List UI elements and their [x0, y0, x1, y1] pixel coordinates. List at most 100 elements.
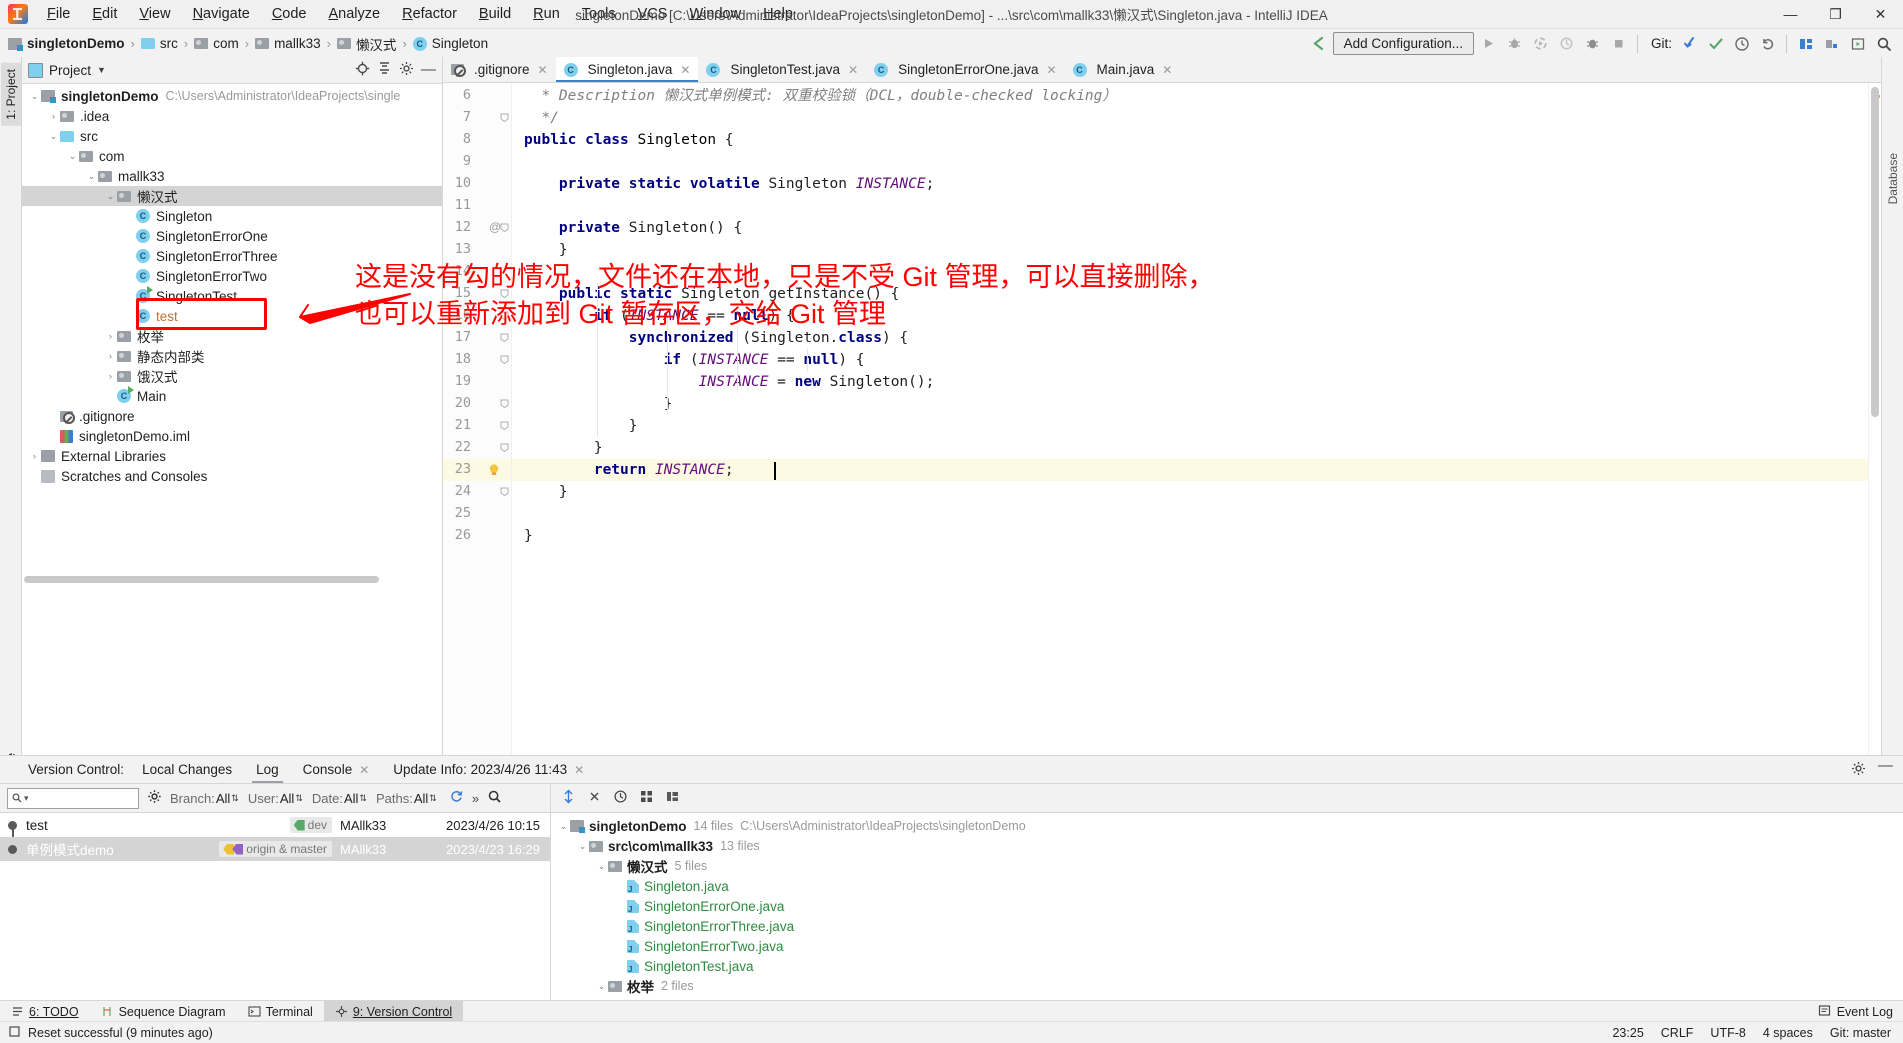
- log-filter-paths[interactable]: Paths: All⇅: [376, 791, 437, 806]
- close-icon[interactable]: ✕: [359, 763, 369, 777]
- expand-all-icon[interactable]: [561, 789, 576, 807]
- tool-window-tab-database[interactable]: Database: [1883, 147, 1903, 210]
- editor-tab-SingletonErrorOne-java[interactable]: CSingletonErrorOne.java✕: [866, 57, 1064, 82]
- project-tree-row[interactable]: .gitignore: [22, 406, 442, 426]
- chevron-down-icon[interactable]: ⌄: [576, 841, 589, 852]
- more-chevrons-icon[interactable]: »: [472, 791, 479, 806]
- tab-log[interactable]: Log: [244, 756, 291, 783]
- project-tree-row[interactable]: CSingletonTest: [22, 286, 442, 306]
- chevron-down-icon[interactable]: ⌄: [595, 981, 608, 992]
- chevron-updown-icon[interactable]: ⇅: [295, 794, 303, 803]
- chevron-down-icon[interactable]: ⌄: [66, 151, 79, 162]
- tool-window-tab-maven[interactable]: [1883, 65, 1889, 77]
- changed-file-row[interactable]: ⌄懒汉式5 files: [551, 856, 1903, 876]
- project-structure-icon[interactable]: [1820, 32, 1843, 55]
- breadcrumb-item-0[interactable]: singletonDemo: [4, 34, 129, 53]
- tree-view-icon[interactable]: [665, 789, 680, 807]
- editor-vertical-scrollbar[interactable]: [1871, 87, 1879, 417]
- commit-row[interactable]: testdevMAllk332023/4/26 10:15: [0, 813, 550, 837]
- chevron-right-icon[interactable]: ›: [104, 331, 117, 341]
- back-arrow-icon[interactable]: [1307, 32, 1330, 55]
- git-history-icon[interactable]: [1730, 32, 1753, 55]
- tab-console[interactable]: Console ✕: [291, 756, 382, 783]
- search-everywhere-icon[interactable]: [1872, 32, 1895, 55]
- menu-item-edit[interactable]: Edit: [81, 2, 128, 26]
- changed-file-row[interactable]: ⌄singletonDemo14 filesC:\Users\Administr…: [551, 816, 1903, 836]
- branch-tag[interactable]: origin & master: [219, 841, 332, 857]
- menu-item-view[interactable]: View: [128, 2, 181, 26]
- git-commit-icon[interactable]: [1704, 32, 1727, 55]
- menu-item-window[interactable]: Window: [678, 2, 752, 26]
- intention-bulb-icon[interactable]: [487, 463, 501, 477]
- menu-item-build[interactable]: Build: [468, 2, 522, 26]
- project-tree-row[interactable]: ⌄src: [22, 126, 442, 146]
- project-tree-row[interactable]: ›静态内部类: [22, 346, 442, 366]
- menu-item-run[interactable]: Run: [522, 2, 571, 26]
- project-tree-horizontal-scrollbar[interactable]: [22, 576, 442, 583]
- project-tree-row[interactable]: ⌄mallk33: [22, 166, 442, 186]
- git-rollback-icon[interactable]: [1756, 32, 1779, 55]
- attach-debugger-icon[interactable]: [1581, 32, 1604, 55]
- tab-update-info[interactable]: Update Info: 2023/4/26 11:43 ✕: [381, 756, 596, 783]
- gear-icon[interactable]: [399, 61, 414, 79]
- close-icon[interactable]: ✕: [680, 63, 690, 77]
- project-tree-row[interactable]: ›枚举: [22, 326, 442, 346]
- git-branch-widget[interactable]: Git: master: [1830, 1026, 1891, 1040]
- code-fold-icon[interactable]: [500, 487, 509, 496]
- project-tree-row[interactable]: ⌄com: [22, 146, 442, 166]
- chevron-updown-icon[interactable]: ⇅: [359, 794, 367, 803]
- project-tree-row[interactable]: Scratches and Consoles: [22, 466, 442, 486]
- chevron-right-icon[interactable]: ›: [28, 451, 41, 461]
- hide-icon[interactable]: —: [421, 65, 436, 75]
- breadcrumb-item-1[interactable]: src: [137, 34, 182, 53]
- breadcrumb-item-4[interactable]: 懒汉式: [333, 32, 401, 56]
- tool-window-tab-project[interactable]: 1: Project: [1, 63, 21, 126]
- close-icon[interactable]: ✕: [574, 763, 584, 777]
- chevron-down-icon[interactable]: ▼: [97, 65, 106, 75]
- changed-file-row[interactable]: ⌄枚举2 files: [551, 976, 1903, 996]
- chevron-right-icon[interactable]: ›: [47, 111, 60, 121]
- preview-icon[interactable]: [1846, 32, 1869, 55]
- project-tree-row[interactable]: CSingleton: [22, 206, 442, 226]
- line-separator[interactable]: CRLF: [1661, 1026, 1694, 1040]
- menu-item-file[interactable]: File: [36, 2, 81, 26]
- search-input[interactable]: ▾: [7, 788, 139, 809]
- close-icon[interactable]: ✕: [1162, 63, 1172, 77]
- menu-item-navigate[interactable]: Navigate: [182, 2, 261, 26]
- chevron-updown-icon[interactable]: ⇅: [231, 794, 239, 803]
- project-tree-row[interactable]: CSingletonErrorOne: [22, 226, 442, 246]
- log-filter-user[interactable]: User: All⇅: [248, 791, 303, 806]
- bottom-tab-terminal[interactable]: Terminal: [237, 1001, 324, 1022]
- file-encoding[interactable]: UTF-8: [1710, 1026, 1745, 1040]
- project-tree-row[interactable]: ›.idea: [22, 106, 442, 126]
- commit-list[interactable]: testdevMAllk332023/4/26 10:15单例模式demoori…: [0, 813, 550, 1001]
- close-icon[interactable]: ✕: [848, 63, 858, 77]
- changed-files-tree[interactable]: ⌄singletonDemo14 filesC:\Users\Administr…: [551, 813, 1903, 1001]
- project-tree-row[interactable]: singletonDemo.iml: [22, 426, 442, 446]
- editor-tab-Singleton-java[interactable]: CSingleton.java✕: [556, 57, 699, 82]
- menu-item-refactor[interactable]: Refactor: [391, 2, 468, 26]
- breadcrumb-item-5[interactable]: CSingleton: [409, 34, 492, 53]
- bottom-tab-9-version-control[interactable]: 9: Version Control: [324, 1001, 463, 1022]
- debug-icon[interactable]: [1503, 32, 1526, 55]
- caret-position[interactable]: 23:25: [1612, 1026, 1643, 1040]
- commit-row[interactable]: 单例模式demoorigin & masterMAllk332023/4/23 …: [0, 837, 550, 861]
- hide-icon[interactable]: —: [1878, 761, 1893, 779]
- code-fold-icon[interactable]: [500, 399, 509, 408]
- tab-local-changes[interactable]: Local Changes: [130, 756, 244, 783]
- menu-item-analyze[interactable]: Analyze: [318, 2, 392, 26]
- event-log-label[interactable]: Event Log: [1837, 1005, 1893, 1019]
- changed-file-row[interactable]: Singleton.java: [551, 876, 1903, 896]
- changed-file-row[interactable]: SingletonErrorOne.java: [551, 896, 1903, 916]
- event-log-area[interactable]: Event Log: [1818, 1004, 1903, 1020]
- editor-tab-SingletonTest-java[interactable]: CSingletonTest.java✕: [698, 57, 866, 82]
- stop-icon[interactable]: [1607, 32, 1630, 55]
- project-tree-row[interactable]: CSingletonErrorTwo: [22, 266, 442, 286]
- menu-item-code[interactable]: Code: [261, 2, 318, 26]
- code-fold-icon[interactable]: [500, 421, 509, 430]
- changed-file-row[interactable]: SingletonErrorTwo.java: [551, 936, 1903, 956]
- close-icon[interactable]: ✕: [1046, 63, 1056, 77]
- breadcrumb-item-3[interactable]: mallk33: [251, 34, 325, 53]
- project-tree-row[interactable]: ⌄懒汉式: [22, 186, 442, 206]
- editor-tab--gitignore[interactable]: .gitignore✕: [443, 57, 556, 82]
